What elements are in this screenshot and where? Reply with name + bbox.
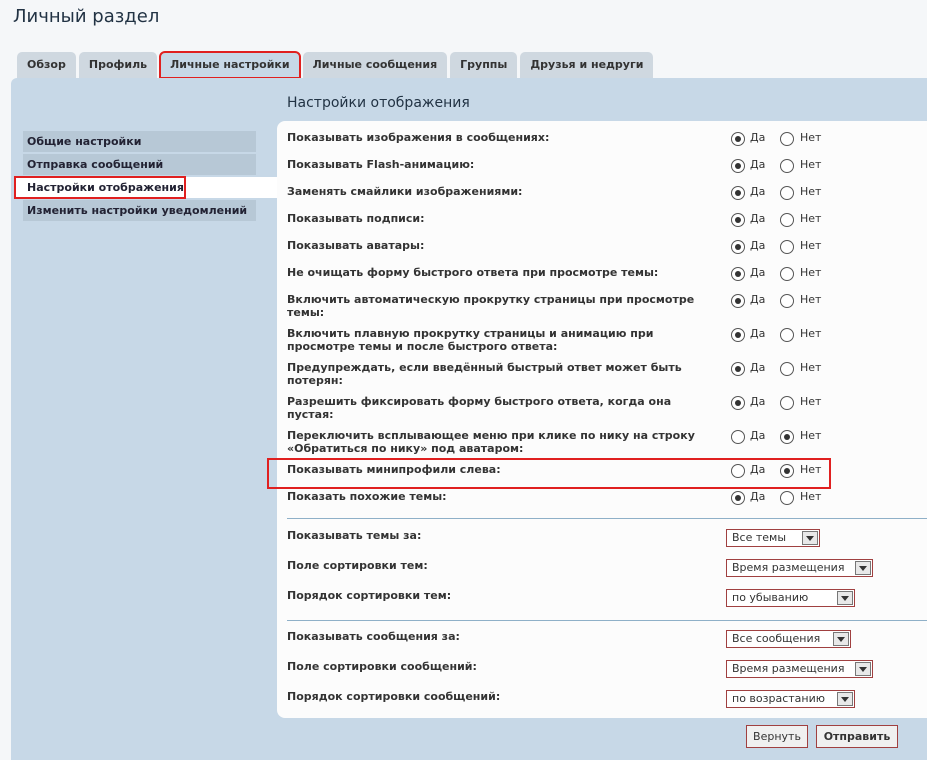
page-title: Личный раздел bbox=[13, 6, 160, 27]
yes-radio[interactable] bbox=[731, 132, 745, 146]
no-radio[interactable] bbox=[780, 240, 794, 254]
tab-profile[interactable]: Профиль bbox=[78, 52, 158, 78]
yes-label: Да bbox=[750, 429, 766, 442]
yes-radio[interactable] bbox=[731, 491, 745, 505]
tab-private-messages[interactable]: Личные сообщения bbox=[302, 52, 448, 78]
highlight-box bbox=[14, 176, 186, 199]
topic-sort-field-label: Поле сортировки тем: bbox=[287, 559, 428, 572]
tab-bar: Обзор Профиль Личные настройки Личные со… bbox=[17, 51, 654, 79]
option-label: Показывать изображения в сообщениях: bbox=[287, 131, 550, 144]
yes-label: Да bbox=[750, 158, 766, 171]
reset-button[interactable]: Вернуть bbox=[746, 725, 808, 748]
yes-radio[interactable] bbox=[731, 186, 745, 200]
no-radio[interactable] bbox=[780, 132, 794, 146]
divider bbox=[287, 620, 927, 621]
yes-radio[interactable] bbox=[731, 267, 745, 281]
topic-sort-field-select[interactable]: Время размещения bbox=[726, 559, 873, 577]
option-label: Предупреждать, если введённый быстрый от… bbox=[287, 361, 682, 387]
yes-label: Да bbox=[750, 239, 766, 252]
option-label: Разрешить фиксировать форму быстрого отв… bbox=[287, 395, 672, 421]
no-radio[interactable] bbox=[780, 159, 794, 173]
yes-label: Да bbox=[750, 327, 766, 340]
chevron-down-icon bbox=[837, 591, 853, 605]
yes-radio[interactable] bbox=[731, 213, 745, 227]
chevron-down-icon bbox=[802, 531, 818, 545]
option-label: Заменять смайлики изображениями: bbox=[287, 185, 523, 198]
option-label: Включить плавную прокрутку страницы и ан… bbox=[287, 327, 654, 353]
no-label: Нет bbox=[800, 212, 822, 225]
post-sort-field-select[interactable]: Время размещения bbox=[726, 660, 873, 678]
sidebar-item-notifications[interactable]: Изменить настройки уведомлений bbox=[23, 200, 256, 221]
post-period-select[interactable]: Все сообщения bbox=[726, 630, 851, 648]
option-label: Не очищать форму быстрого ответа при про… bbox=[287, 266, 659, 279]
tab-groups[interactable]: Группы bbox=[450, 52, 518, 78]
chevron-down-icon bbox=[833, 632, 849, 646]
no-label: Нет bbox=[800, 327, 822, 340]
yes-label: Да bbox=[750, 361, 766, 374]
yes-label: Да bbox=[750, 185, 766, 198]
sidebar-item-general-settings[interactable]: Общие настройки bbox=[23, 131, 256, 152]
yes-radio[interactable] bbox=[731, 362, 745, 376]
no-radio[interactable] bbox=[780, 213, 794, 227]
yes-label: Да bbox=[750, 131, 766, 144]
post-sort-order-label: Порядок сортировки сообщений: bbox=[287, 690, 501, 703]
option-label: Показывать аватары: bbox=[287, 239, 425, 252]
topic-period-select[interactable]: Все темы bbox=[726, 529, 820, 547]
post-sort-order-select[interactable]: по возрастанию bbox=[726, 690, 855, 708]
no-label: Нет bbox=[800, 361, 822, 374]
no-radio[interactable] bbox=[780, 186, 794, 200]
option-label: Переключить всплывающее меню при клике п… bbox=[287, 429, 695, 455]
no-radio[interactable] bbox=[780, 396, 794, 410]
no-radio[interactable] bbox=[780, 362, 794, 376]
post-sort-field-label: Поле сортировки сообщений: bbox=[287, 660, 477, 673]
no-radio[interactable] bbox=[780, 491, 794, 505]
no-radio[interactable] bbox=[780, 430, 794, 444]
no-label: Нет bbox=[800, 429, 822, 442]
yes-label: Да bbox=[750, 395, 766, 408]
yes-label: Да bbox=[750, 293, 766, 306]
topic-period-label: Показывать темы за: bbox=[287, 529, 422, 542]
no-label: Нет bbox=[800, 293, 822, 306]
chevron-down-icon bbox=[837, 692, 853, 706]
post-period-label: Показывать сообщения за: bbox=[287, 630, 460, 643]
option-label: Показывать Flash-анимацию: bbox=[287, 158, 475, 171]
yes-radio[interactable] bbox=[731, 430, 745, 444]
no-label: Нет bbox=[800, 490, 822, 503]
yes-label: Да bbox=[750, 490, 766, 503]
section-title: Настройки отображения bbox=[287, 95, 470, 111]
yes-radio[interactable] bbox=[731, 294, 745, 308]
no-label: Нет bbox=[800, 158, 822, 171]
yes-radio[interactable] bbox=[731, 396, 745, 410]
highlight-box bbox=[267, 458, 831, 489]
yes-radio[interactable] bbox=[731, 328, 745, 342]
no-label: Нет bbox=[800, 266, 822, 279]
sidebar-item-display-settings[interactable]: Настройки отображения bbox=[14, 176, 277, 199]
no-radio[interactable] bbox=[780, 294, 794, 308]
topic-sort-order-select[interactable]: по убыванию bbox=[726, 589, 855, 607]
no-radio[interactable] bbox=[780, 267, 794, 281]
sidebar-item-posting[interactable]: Отправка сообщений bbox=[23, 154, 256, 175]
no-radio[interactable] bbox=[780, 328, 794, 342]
no-label: Нет bbox=[800, 131, 822, 144]
option-label: Показывать подписи: bbox=[287, 212, 425, 225]
divider bbox=[287, 518, 927, 519]
tab-personal-settings[interactable]: Личные настройки bbox=[159, 51, 301, 79]
tab-friends-foes[interactable]: Друзья и недруги bbox=[520, 52, 654, 78]
no-label: Нет bbox=[800, 239, 822, 252]
chevron-down-icon bbox=[855, 662, 871, 676]
option-label: Включить автоматическую прокрутку страни… bbox=[287, 293, 695, 319]
tab-overview[interactable]: Обзор bbox=[17, 52, 76, 78]
no-label: Нет bbox=[800, 395, 822, 408]
yes-radio[interactable] bbox=[731, 159, 745, 173]
yes-label: Да bbox=[750, 212, 766, 225]
yes-label: Да bbox=[750, 266, 766, 279]
chevron-down-icon bbox=[855, 561, 871, 575]
submit-button[interactable]: Отправить bbox=[816, 725, 898, 748]
topic-sort-order-label: Порядок сортировки тем: bbox=[287, 589, 452, 602]
yes-radio[interactable] bbox=[731, 240, 745, 254]
option-label: Показать похожие темы: bbox=[287, 490, 447, 503]
no-label: Нет bbox=[800, 185, 822, 198]
